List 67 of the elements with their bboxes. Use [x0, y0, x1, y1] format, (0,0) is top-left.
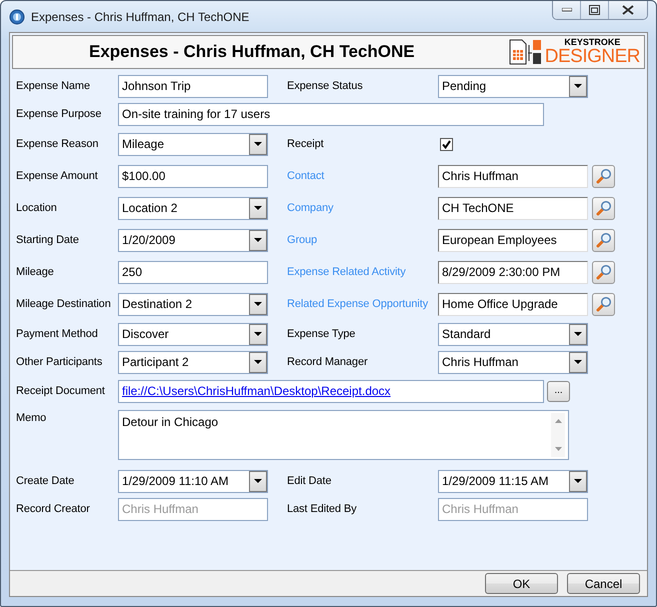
field-label: Expense Name: [16, 78, 92, 94]
file-path-field[interactable]: file://C:\Users\ChrisHuffman\Desktop\Receipt.docx: [118, 380, 544, 402]
window-title: Expenses - Chris Huffman, CH TechONE: [31, 8, 250, 26]
field-label: Create Date: [16, 474, 76, 489]
field-label: Expense Purpose: [16, 106, 102, 122]
field-label: Location: [16, 200, 58, 216]
browse-button[interactable]: ...: [547, 380, 570, 402]
field-label: Mileage Destination: [16, 296, 112, 312]
scroll-up-icon[interactable]: [554, 419, 562, 423]
checkbox[interactable]: [440, 138, 453, 150]
form-title: Expenses - Chris Huffman, CH TechONE: [89, 41, 415, 64]
field-label: Expense Reason: [16, 136, 100, 152]
dropdown-field[interactable]: 1/29/2009 11:10 AM: [118, 470, 268, 492]
dropdown-field[interactable]: Location 2: [118, 196, 268, 220]
field-label: Receipt: [287, 136, 325, 152]
field-label: Expense Status: [287, 78, 364, 94]
logo-text: KEYSTROKE: [564, 38, 620, 47]
dropdown-field[interactable]: 1/20/2009: [118, 228, 268, 252]
scroll-down-icon[interactable]: [554, 447, 562, 451]
field-label: Record Manager: [287, 354, 369, 370]
field-label: Expense Amount: [16, 168, 99, 184]
close-icon: [622, 5, 634, 15]
text-field[interactable]: $100.00: [118, 164, 268, 188]
field-label: Other Participants: [16, 354, 104, 370]
field-label: Starting Date: [16, 232, 80, 248]
minimize-icon: [562, 8, 572, 12]
dropdown-field[interactable]: Participant 2: [118, 350, 268, 374]
dialog-button[interactable]: Cancel: [567, 573, 640, 594]
field-label: Receipt Document: [16, 384, 106, 399]
maximize-button[interactable]: [581, 1, 609, 19]
file-link[interactable]: file://C:\Users\ChrisHuffman\Desktop\Receipt.docx: [122, 382, 391, 400]
text-field[interactable]: Johnson Trip: [118, 74, 268, 98]
maximize-icon: [589, 5, 600, 15]
search-button[interactable]: [592, 228, 615, 252]
dropdown-field[interactable]: Chris Huffman: [438, 350, 588, 374]
field-label: Memo: [16, 411, 48, 426]
field-label: Payment Method: [16, 326, 99, 342]
app-icon: [9, 8, 25, 24]
dropdown-field[interactable]: Destination 2: [118, 292, 268, 316]
dropdown-field[interactable]: Pending: [438, 74, 588, 98]
search-button[interactable]: [592, 196, 615, 220]
dropdown-field[interactable]: Discover: [118, 322, 268, 346]
logo-text: DESIGNER: [544, 47, 640, 66]
dropdown-field[interactable]: Standard: [438, 322, 588, 346]
close-button[interactable]: [609, 1, 647, 19]
text-field[interactable]: 250: [118, 260, 268, 284]
text-field[interactable]: Chris Huffman: [438, 164, 588, 188]
minimize-button[interactable]: [553, 1, 581, 19]
field-label: Last Edited By: [287, 502, 358, 517]
text-field[interactable]: CH TechONE: [438, 196, 588, 220]
search-button[interactable]: [592, 260, 615, 284]
memo-field[interactable]: Detour in Chicago: [118, 410, 569, 460]
field-label: Edit Date: [287, 474, 332, 489]
field-label: Mileage: [16, 264, 55, 280]
text-field[interactable]: 8/29/2009 2:30:00 PM: [438, 260, 588, 284]
text-field[interactable]: On-site training for 17 users: [118, 102, 544, 126]
text-field[interactable]: Home Office Upgrade: [438, 292, 588, 316]
field-label: Record Creator: [16, 502, 91, 517]
search-button[interactable]: [592, 164, 615, 188]
search-button[interactable]: [592, 292, 615, 316]
text-field[interactable]: European Employees: [438, 228, 588, 252]
scrollbar[interactable]: [551, 413, 565, 457]
logo-icon: [508, 38, 543, 66]
dropdown-field[interactable]: 1/29/2009 11:15 AM: [438, 470, 588, 492]
dialog-button[interactable]: OK: [485, 573, 558, 594]
dropdown-field[interactable]: Mileage: [118, 132, 268, 156]
field-label: Expense Type: [287, 326, 356, 342]
